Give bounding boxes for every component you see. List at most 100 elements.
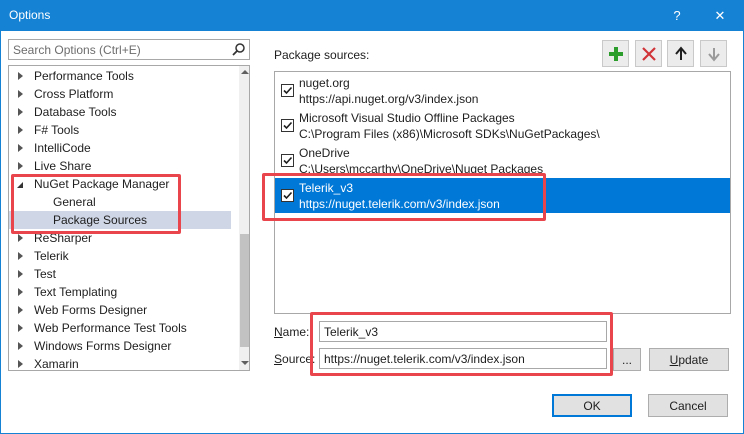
scroll-down-icon[interactable] [241,361,249,365]
tree-item[interactable]: Xamarin [9,355,231,371]
chevron-right-icon[interactable] [18,90,23,98]
chevron-right-icon[interactable] [18,126,23,134]
source-name: Telerik_v3 [299,181,354,195]
package-source-item[interactable]: Telerik_v3 https://nuget.telerik.com/v3/i… [275,178,730,213]
tree-item[interactable]: Text Templating [9,283,231,301]
chevron-right-icon[interactable] [18,162,23,170]
tree-item-label: Windows Forms Designer [34,339,172,353]
move-down-button[interactable] [700,40,727,67]
close-icon: ✕ [714,7,726,23]
tree-item[interactable]: Telerik [9,247,231,265]
ok-button[interactable]: OK [552,394,632,417]
source-url: https://nuget.telerik.com/v3/index.json [299,197,500,211]
source-enabled-checkbox[interactable] [281,119,294,132]
arrow-down-icon [707,47,720,62]
tree-item[interactable]: Performance Tools [9,67,231,85]
arrow-up-icon [674,45,687,60]
chevron-right-icon[interactable] [18,108,23,116]
plus-icon [608,46,623,61]
tree-item[interactable]: NuGet Package Manager [9,175,231,193]
tree-item-label: F# Tools [34,123,80,137]
tree-item[interactable]: F# Tools [9,121,231,139]
chevron-right-icon[interactable] [18,144,23,152]
scroll-up-icon[interactable] [241,70,249,74]
update-button[interactable]: Update [649,348,729,371]
checkmark-icon [283,86,293,95]
search-icon[interactable] [231,42,246,57]
options-tree[interactable]: Performance Tools Cross Platform Database … [8,65,250,371]
chevron-right-icon[interactable] [18,252,23,260]
help-icon: ? [673,8,681,23]
chevron-right-icon[interactable] [18,324,23,332]
delete-x-icon [641,46,656,61]
scroll-thumb[interactable] [240,234,249,347]
name-field-box[interactable] [319,321,607,342]
chevron-right-icon[interactable] [18,270,23,278]
chevron-right-icon[interactable] [18,342,23,350]
package-source-item[interactable]: Microsoft Visual Studio Offline Packages… [275,108,730,143]
tree-item[interactable]: Web Forms Designer [9,301,231,319]
source-enabled-checkbox[interactable] [281,189,294,202]
tree-item[interactable]: ReSharper [9,229,231,247]
tree-item-label: Live Share [34,159,92,173]
tree-item-label: Performance Tools [34,69,134,83]
checkmark-icon [283,121,293,130]
package-sources-heading: Package sources: [274,48,370,62]
tree-item-label: Package Sources [53,213,148,227]
browse-button[interactable]: ... [613,348,641,371]
tree-item[interactable]: Windows Forms Designer [9,337,231,355]
tree-item-label: General [53,195,96,209]
tree-item-label: Cross Platform [34,87,114,101]
package-source-item[interactable]: OneDrive C:\Users\mccarthy\OneDrive\Nuget… [275,143,730,178]
search-input[interactable] [9,40,229,59]
tree-item[interactable]: Test [9,265,231,283]
chevron-expanded-icon[interactable] [17,182,23,188]
tree-item[interactable]: General [9,193,231,211]
cancel-button[interactable]: Cancel [648,394,728,417]
name-label: Name: [274,325,310,339]
checkmark-icon [283,191,293,200]
tree-item-label: Xamarin [34,357,79,371]
tree-item-label: Telerik [34,249,69,263]
source-name: Microsoft Visual Studio Offline Packages [299,111,515,125]
chevron-right-icon[interactable] [18,288,23,296]
move-up-button[interactable] [667,40,694,67]
title-bar: Options ? ✕ [0,0,744,31]
source-url: https://api.nuget.org/v3/index.json [299,92,479,106]
tree-item-label: Web Performance Test Tools [34,321,187,335]
package-source-item[interactable]: nuget.org https://api.nuget.org/v3/index.… [275,73,730,108]
tree-item[interactable]: Database Tools [9,103,231,121]
search-box[interactable] [8,39,250,60]
source-url: C:\Users\mccarthy\OneDrive\Nuget Package… [299,162,544,176]
window-title: Options [9,8,51,22]
chevron-right-icon[interactable] [18,72,23,80]
source-name: nuget.org [299,76,350,90]
tree-item[interactable]: Cross Platform [9,85,231,103]
source-enabled-checkbox[interactable] [281,84,294,97]
tree-item-label: Web Forms Designer [34,303,148,317]
remove-source-button[interactable] [635,40,662,67]
tree-scrollbar[interactable] [239,66,249,370]
package-sources-list[interactable]: nuget.org https://api.nuget.org/v3/index.… [274,71,731,314]
close-button[interactable]: ✕ [700,0,740,31]
name-field[interactable] [320,322,606,341]
tree-item[interactable]: IntelliCode [9,139,231,157]
chevron-right-icon[interactable] [18,234,23,242]
add-source-button[interactable] [602,40,629,67]
chevron-right-icon[interactable] [18,360,23,368]
tree-item[interactable]: Live Share [9,157,231,175]
tree-item-label: Database Tools [34,105,117,119]
source-field[interactable] [320,349,606,368]
tree-item[interactable]: Package Sources [9,211,231,229]
source-label: Source: [274,352,316,366]
source-field-box[interactable] [319,348,607,369]
tree-item-label: IntelliCode [34,141,91,155]
source-url: C:\Program Files (x86)\Microsoft SDKs\Nu… [299,127,600,141]
chevron-right-icon[interactable] [18,306,23,314]
source-name: OneDrive [299,146,350,160]
checkmark-icon [283,156,293,165]
tree-item-label: NuGet Package Manager [34,177,170,191]
help-button[interactable]: ? [657,0,697,31]
tree-item[interactable]: Web Performance Test Tools [9,319,231,337]
source-enabled-checkbox[interactable] [281,154,294,167]
